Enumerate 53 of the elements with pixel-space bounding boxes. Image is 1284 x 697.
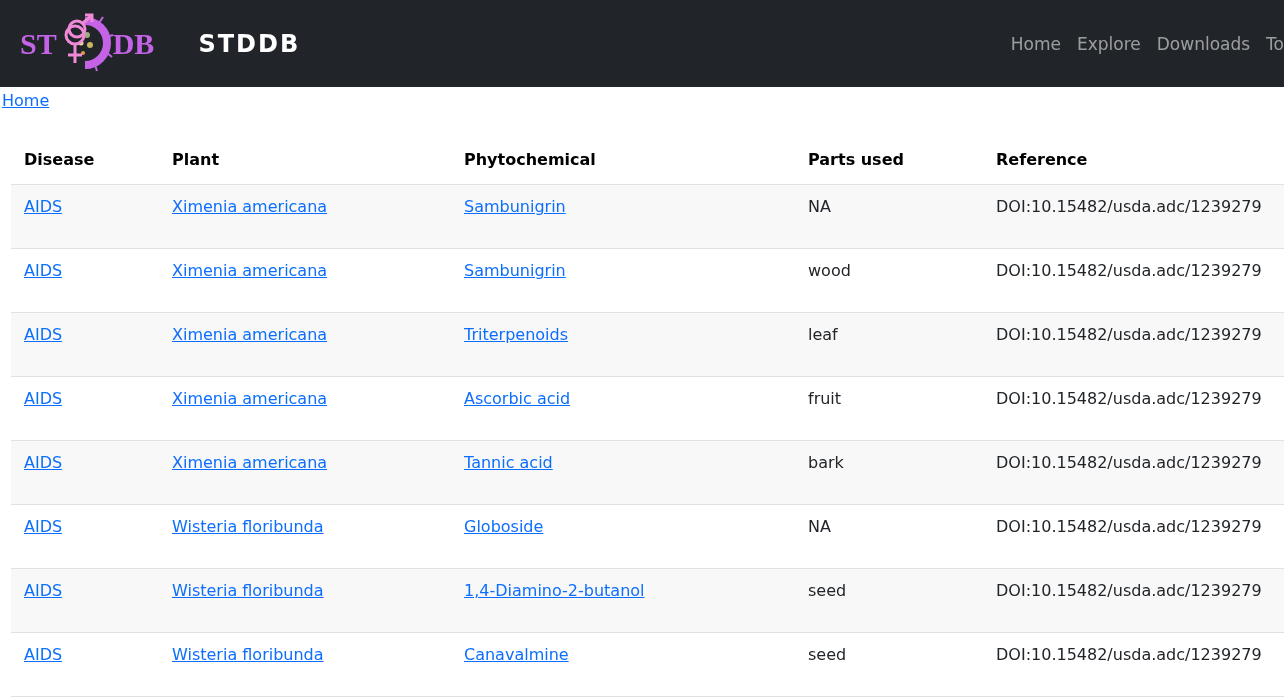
- table-cell: DOI:10.15482/usda.adc/1239279: [996, 261, 1262, 280]
- logo-text: ST: [20, 26, 57, 61]
- table-link[interactable]: Ximenia americana: [172, 261, 328, 280]
- table-cell: wood: [808, 261, 851, 280]
- table-link[interactable]: Wisteria floribunda: [172, 645, 324, 664]
- nav-link[interactable]: Downloads: [1156, 33, 1251, 54]
- logo-text: DB: [112, 26, 155, 61]
- table-link[interactable]: AIDS: [24, 453, 63, 472]
- table-cell: seed: [808, 645, 847, 664]
- column-header: Parts used: [807, 149, 905, 171]
- table-link[interactable]: AIDS: [24, 261, 63, 280]
- table-link[interactable]: Wisteria floribunda: [172, 581, 324, 600]
- column-header: Reference: [995, 149, 1089, 171]
- column-header: Disease: [23, 149, 96, 171]
- table-cell: DOI:10.15482/usda.adc/1239279: [996, 197, 1262, 216]
- table-cell: bark: [808, 453, 844, 472]
- table-link[interactable]: Sambunigrin: [464, 197, 566, 216]
- table-link[interactable]: AIDS: [24, 517, 63, 536]
- table-link[interactable]: Ximenia americana: [172, 453, 328, 472]
- table-cell: fruit: [808, 389, 842, 408]
- table-cell: DOI:10.15482/usda.adc/1239279: [996, 453, 1262, 472]
- table-link[interactable]: Wisteria floribunda: [172, 517, 324, 536]
- table-cell: NA: [808, 517, 831, 536]
- table-link[interactable]: AIDS: [24, 325, 63, 344]
- table-link[interactable]: Globoside: [464, 517, 544, 536]
- table-link[interactable]: Ximenia americana: [172, 197, 328, 216]
- nav-link[interactable]: To: [1266, 33, 1284, 54]
- table-cell: leaf: [808, 325, 838, 344]
- table-link[interactable]: Sambunigrin: [464, 261, 566, 280]
- table-link[interactable]: AIDS: [24, 581, 63, 600]
- table-cell: DOI:10.15482/usda.adc/1239279: [996, 389, 1262, 408]
- column-header: Plant: [171, 149, 221, 171]
- table-link[interactable]: AIDS: [24, 389, 63, 408]
- table-cell: DOI:10.15482/usda.adc/1239279: [996, 581, 1262, 600]
- column-header: Phytochemical: [463, 149, 597, 171]
- brand-link[interactable]: STDDB: [198, 29, 301, 58]
- table-link[interactable]: Ximenia americana: [172, 325, 328, 344]
- table-link[interactable]: 1,4-Diamino-2-butanol: [464, 581, 645, 600]
- table-link[interactable]: AIDS: [24, 645, 63, 664]
- nav-link[interactable]: Explore: [1076, 33, 1141, 54]
- table-cell: seed: [808, 581, 847, 600]
- table-link[interactable]: Triterpenoids: [464, 325, 568, 344]
- table-cell: NA: [808, 197, 831, 216]
- nav-link[interactable]: Home: [1010, 33, 1061, 54]
- table-cell: DOI:10.15482/usda.adc/1239279: [996, 517, 1262, 536]
- table-link[interactable]: Ximenia americana: [172, 389, 328, 408]
- table-cell: DOI:10.15482/usda.adc/1239279: [996, 645, 1262, 664]
- table-cell: DOI:10.15482/usda.adc/1239279: [996, 325, 1262, 344]
- table-link[interactable]: AIDS: [24, 197, 63, 216]
- table-link[interactable]: Ascorbic acid: [464, 389, 571, 408]
- breadcrumb-link[interactable]: Home: [2, 91, 50, 110]
- table-link[interactable]: Tannic acid: [464, 453, 553, 472]
- table-link[interactable]: Canavalmine: [464, 645, 569, 664]
